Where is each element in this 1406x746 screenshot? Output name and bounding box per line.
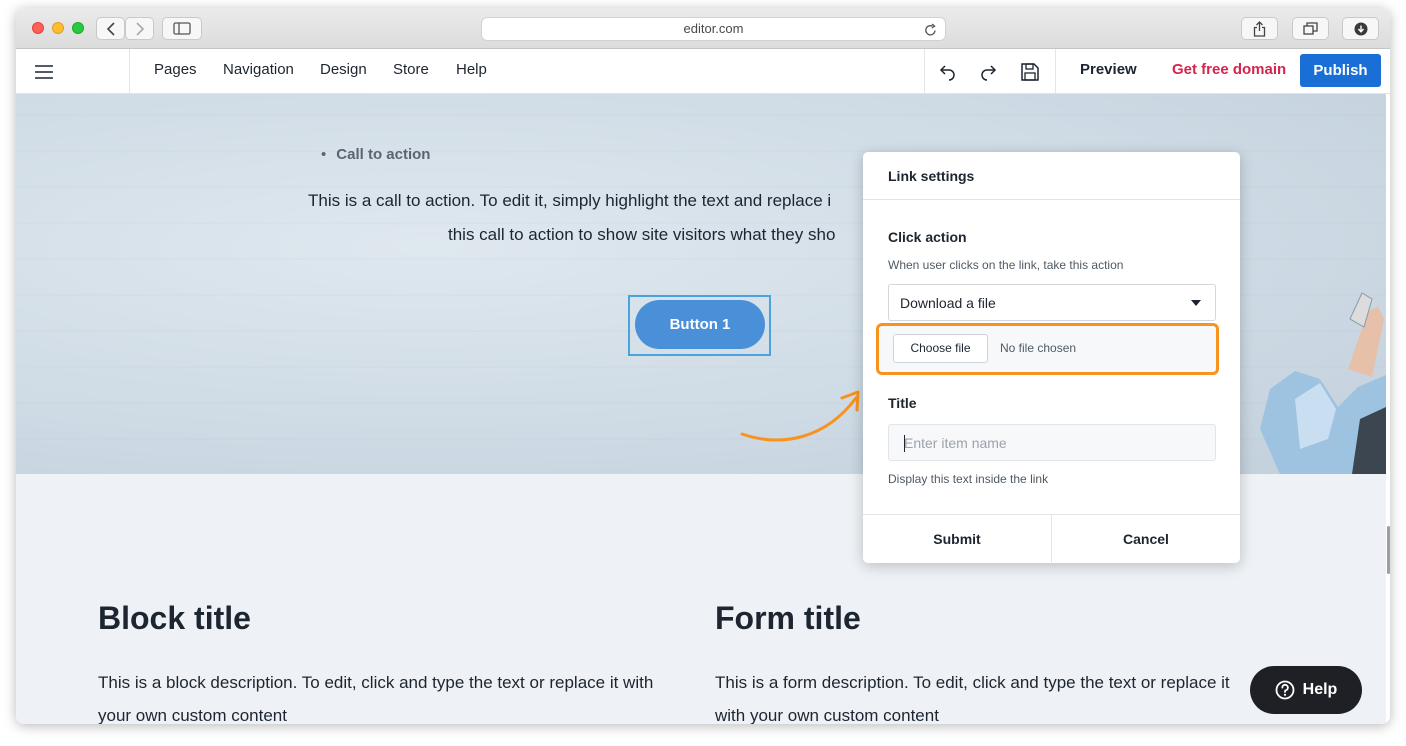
dialog-footer: Submit Cancel <box>863 514 1240 564</box>
text-cursor <box>904 435 905 452</box>
click-action-value: Download a file <box>900 295 996 311</box>
cta-bullet-text: Call to action <box>336 146 431 163</box>
choose-file-button[interactable]: Choose file <box>893 334 988 363</box>
nav-store[interactable]: Store <box>393 61 429 78</box>
url-text: editor.com <box>683 21 744 36</box>
cta-button[interactable]: Button 1 <box>635 300 765 349</box>
nav-navigation[interactable]: Navigation <box>223 61 294 78</box>
dialog-title: Link settings <box>888 168 975 184</box>
nav-design[interactable]: Design <box>320 61 367 78</box>
submit-button[interactable]: Submit <box>863 515 1051 564</box>
zoom-window-button[interactable] <box>72 22 84 34</box>
click-action-select[interactable]: Download a file <box>888 284 1216 321</box>
redo-button[interactable] <box>976 60 1000 84</box>
cancel-button[interactable]: Cancel <box>1052 515 1240 564</box>
share-button[interactable] <box>1241 17 1278 40</box>
close-window-button[interactable] <box>32 22 44 34</box>
help-button-label: Help <box>1302 681 1338 698</box>
redo-icon <box>981 65 997 81</box>
toolbar-divider <box>924 49 925 94</box>
browser-window: editor.com Pages Navigation Design Store… <box>16 8 1390 724</box>
sidebar-toggle-button[interactable] <box>162 17 202 40</box>
minimize-window-button[interactable] <box>52 22 64 34</box>
sidebar-icon <box>173 22 191 35</box>
undo-button[interactable] <box>936 60 960 84</box>
question-circle-icon <box>1275 680 1295 700</box>
title-input[interactable] <box>889 425 1215 460</box>
block-title[interactable]: Block title <box>98 600 251 637</box>
title-label: Title <box>888 395 917 411</box>
title-help: Display this text inside the link <box>888 472 1049 486</box>
tabs-icon <box>1303 22 1318 35</box>
save-button[interactable] <box>1018 60 1042 84</box>
cta-text-line-1[interactable]: This is a call to action. To edit it, si… <box>308 191 831 211</box>
dialog-header: Link settings <box>863 152 1240 200</box>
form-title[interactable]: Form title <box>715 600 861 637</box>
menu-button[interactable] <box>16 49 130 94</box>
click-action-help: When user clicks on the link, take this … <box>888 258 1124 272</box>
address-bar[interactable]: editor.com <box>481 17 946 41</box>
title-field <box>888 424 1216 461</box>
share-icon <box>1253 20 1266 37</box>
get-free-domain-link[interactable]: Get free domain <box>1172 61 1286 78</box>
download-icon <box>1354 22 1367 35</box>
forward-button[interactable] <box>125 17 154 40</box>
cta-bullet[interactable]: • Call to action <box>321 146 430 163</box>
click-action-label: Click action <box>888 229 967 245</box>
browser-chrome: editor.com <box>16 8 1390 49</box>
preview-button[interactable]: Preview <box>1080 61 1137 78</box>
arrow-icon <box>740 390 860 442</box>
caret-down-icon <box>1191 300 1201 306</box>
nav-help[interactable]: Help <box>456 61 487 78</box>
publish-button[interactable]: Publish <box>1300 54 1381 87</box>
person-photo <box>1260 292 1386 474</box>
tabs-overview-button[interactable] <box>1292 17 1329 40</box>
form-description[interactable]: This is a form description. To edit, cli… <box>715 666 1260 724</box>
back-button[interactable] <box>96 17 125 40</box>
link-settings-dialog: Link settings Click action When user cli… <box>863 152 1240 564</box>
file-upload-field: Choose file No file chosen <box>876 323 1219 375</box>
cta-text-line-2[interactable]: this call to action to show site visitor… <box>448 225 835 245</box>
editor-toolbar: Pages Navigation Design Store Help Previ… <box>16 49 1390 94</box>
help-button[interactable]: Help <box>1250 666 1362 714</box>
menu-icon <box>35 64 53 79</box>
save-icon <box>1021 63 1039 81</box>
downloads-button[interactable] <box>1342 17 1379 40</box>
toolbar-divider <box>1055 49 1056 94</box>
reload-icon[interactable] <box>924 22 937 44</box>
undo-icon <box>939 65 955 81</box>
nav-pages[interactable]: Pages <box>154 61 197 78</box>
bullet-dot: • <box>321 146 327 163</box>
block-description[interactable]: This is a block description. To edit, cl… <box>98 666 658 724</box>
scrollbar[interactable] <box>1387 526 1390 574</box>
chevron-right-icon <box>135 21 144 36</box>
chevron-left-icon <box>106 21 115 36</box>
file-status-text: No file chosen <box>1000 341 1077 355</box>
